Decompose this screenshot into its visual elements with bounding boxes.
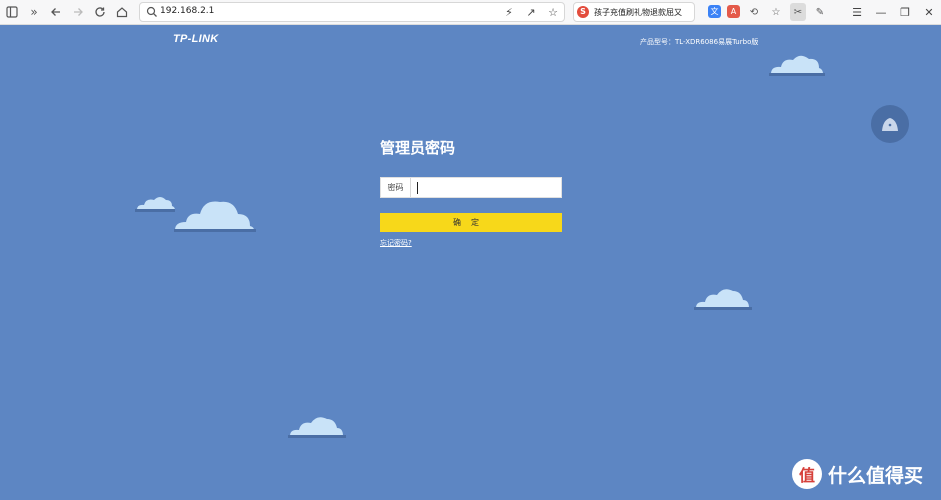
password-input[interactable] [412, 178, 561, 197]
back-arrow-icon[interactable] [47, 3, 65, 21]
text-cursor [417, 182, 418, 194]
url-text[interactable]: 192.168.2.1 [160, 6, 214, 16]
cloud-decoration [769, 55, 825, 76]
smzdm-logo: 值 [792, 459, 822, 489]
address-bar[interactable]: 192.168.2.1 ⚡ ↗ ☆ [139, 2, 565, 22]
bell-icon [882, 118, 898, 131]
window-controls: ☰ — ❐ ✕ [845, 0, 941, 24]
news-ticker[interactable]: S 孩子充值刷礼物退款屈又 [573, 2, 695, 22]
share-icon[interactable]: ↗ [524, 4, 538, 20]
page-title: 管理员密码 [380, 139, 456, 157]
sidebar-toggle-icon[interactable] [3, 3, 21, 21]
help-button[interactable] [871, 105, 909, 143]
extensions-bar: 文 A ⟲ ☆ ✂ ✎ [708, 3, 828, 21]
history-icon[interactable]: ⟲ [746, 3, 762, 21]
lightning-icon[interactable]: ⚡ [502, 4, 516, 20]
forgot-password-link[interactable]: 忘记密码? [380, 238, 412, 248]
confirm-button[interactable]: 确定 [380, 213, 562, 232]
pen-icon[interactable]: ✎ [812, 3, 828, 21]
cloud-decoration [135, 197, 175, 212]
password-field[interactable]: 密码 [380, 177, 562, 198]
news-badge-icon: S [577, 6, 589, 18]
cloud-decoration [174, 201, 256, 232]
forward-arrow-icon[interactable] [69, 3, 87, 21]
search-icon [146, 6, 157, 17]
browser-toolbar: » 192.168.2.1 ⚡ ↗ ☆ S 孩子充值刷礼物退款屈又 文 A ⟲ … [0, 0, 941, 25]
brand-logo: TP-LINK [173, 33, 219, 45]
close-icon[interactable]: ✕ [917, 0, 941, 24]
minimize-icon[interactable]: — [869, 0, 893, 24]
pdf-icon[interactable]: A [727, 5, 740, 18]
double-chevron-right-icon[interactable]: » [25, 3, 43, 21]
favorite-icon[interactable]: ☆ [768, 3, 784, 21]
model-label: 产品型号：TL-XDR6086易展Turbo版 [640, 38, 759, 46]
cloud-decoration [288, 417, 346, 438]
reload-icon[interactable] [91, 3, 109, 21]
menu-icon[interactable]: ☰ [845, 0, 869, 24]
scissors-icon[interactable]: ✂ [790, 3, 806, 21]
translate-icon[interactable]: 文 [708, 5, 721, 18]
watermark: 值 什么值得买 [792, 459, 923, 489]
home-icon[interactable] [113, 3, 131, 21]
news-text[interactable]: 孩子充值刷礼物退款屈又 [594, 7, 682, 18]
watermark-text: 什么值得买 [828, 464, 924, 487]
star-icon[interactable]: ☆ [546, 4, 560, 20]
restore-icon[interactable]: ❐ [893, 0, 917, 24]
password-label: 密码 [381, 178, 411, 197]
cloud-decoration [694, 289, 752, 310]
